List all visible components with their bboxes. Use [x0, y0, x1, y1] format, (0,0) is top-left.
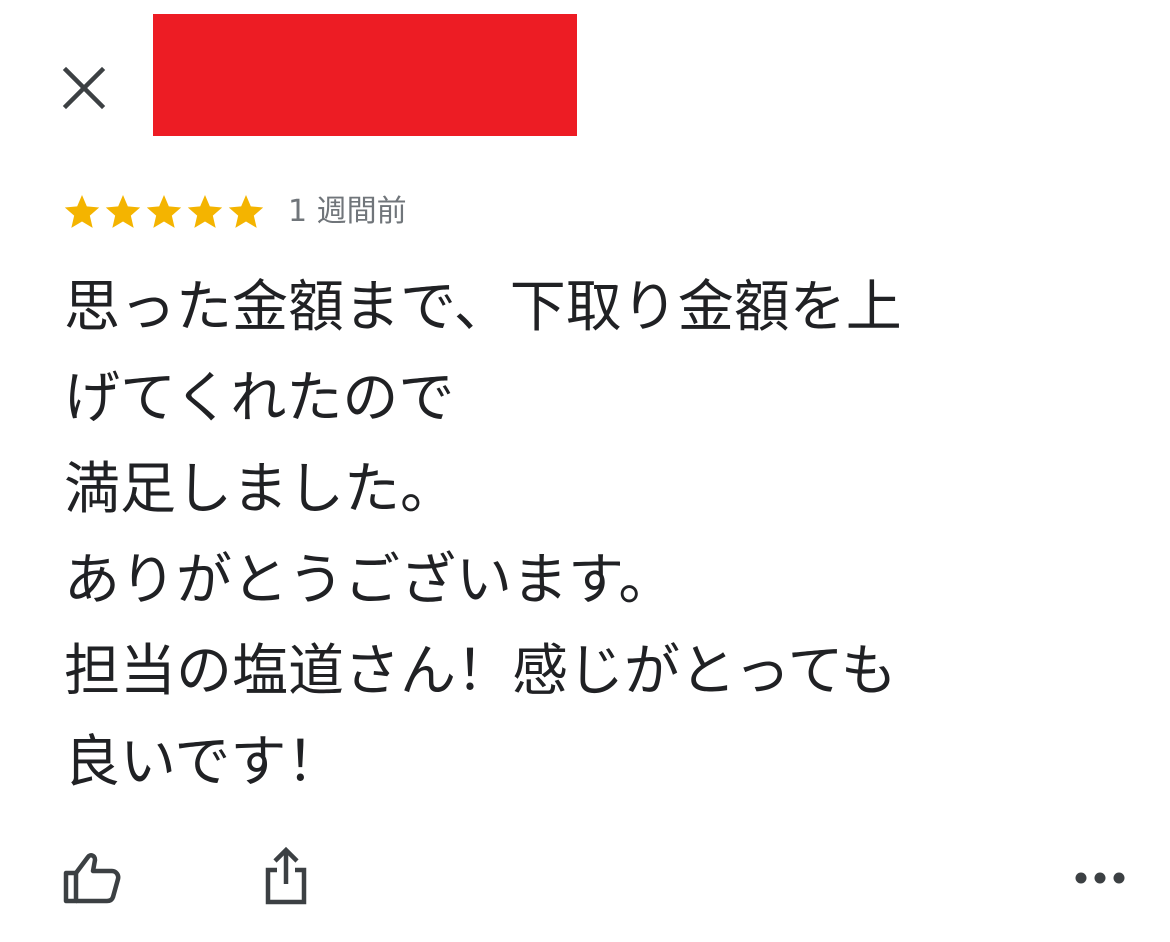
more-options-button[interactable]	[1068, 846, 1132, 910]
more-options-icon	[1075, 872, 1125, 884]
share-icon	[265, 846, 307, 905]
star-icon	[64, 195, 100, 228]
star-icon	[187, 195, 223, 228]
review-time: 1 週間前	[288, 194, 407, 229]
close-icon	[62, 66, 106, 110]
star-icon	[228, 195, 264, 228]
star-icon	[105, 195, 141, 228]
thumbs-up-icon	[63, 853, 121, 904]
review-text: 思った金額まで、下取り金額を上 げてくれたので 満足しました。 ありがとうござい…	[64, 275, 902, 795]
reviewer-name-redaction	[153, 14, 577, 136]
star-icon	[146, 195, 182, 228]
close-button[interactable]	[52, 56, 116, 120]
like-button[interactable]	[60, 846, 124, 910]
star-rating	[62, 192, 266, 232]
share-button[interactable]	[254, 842, 318, 910]
rating-row: 1 週間前	[62, 188, 407, 236]
review-sheet: 1 週間前 思った金額まで、下取り金額を上 げてくれたので 満足しました。 あり…	[0, 0, 1170, 942]
